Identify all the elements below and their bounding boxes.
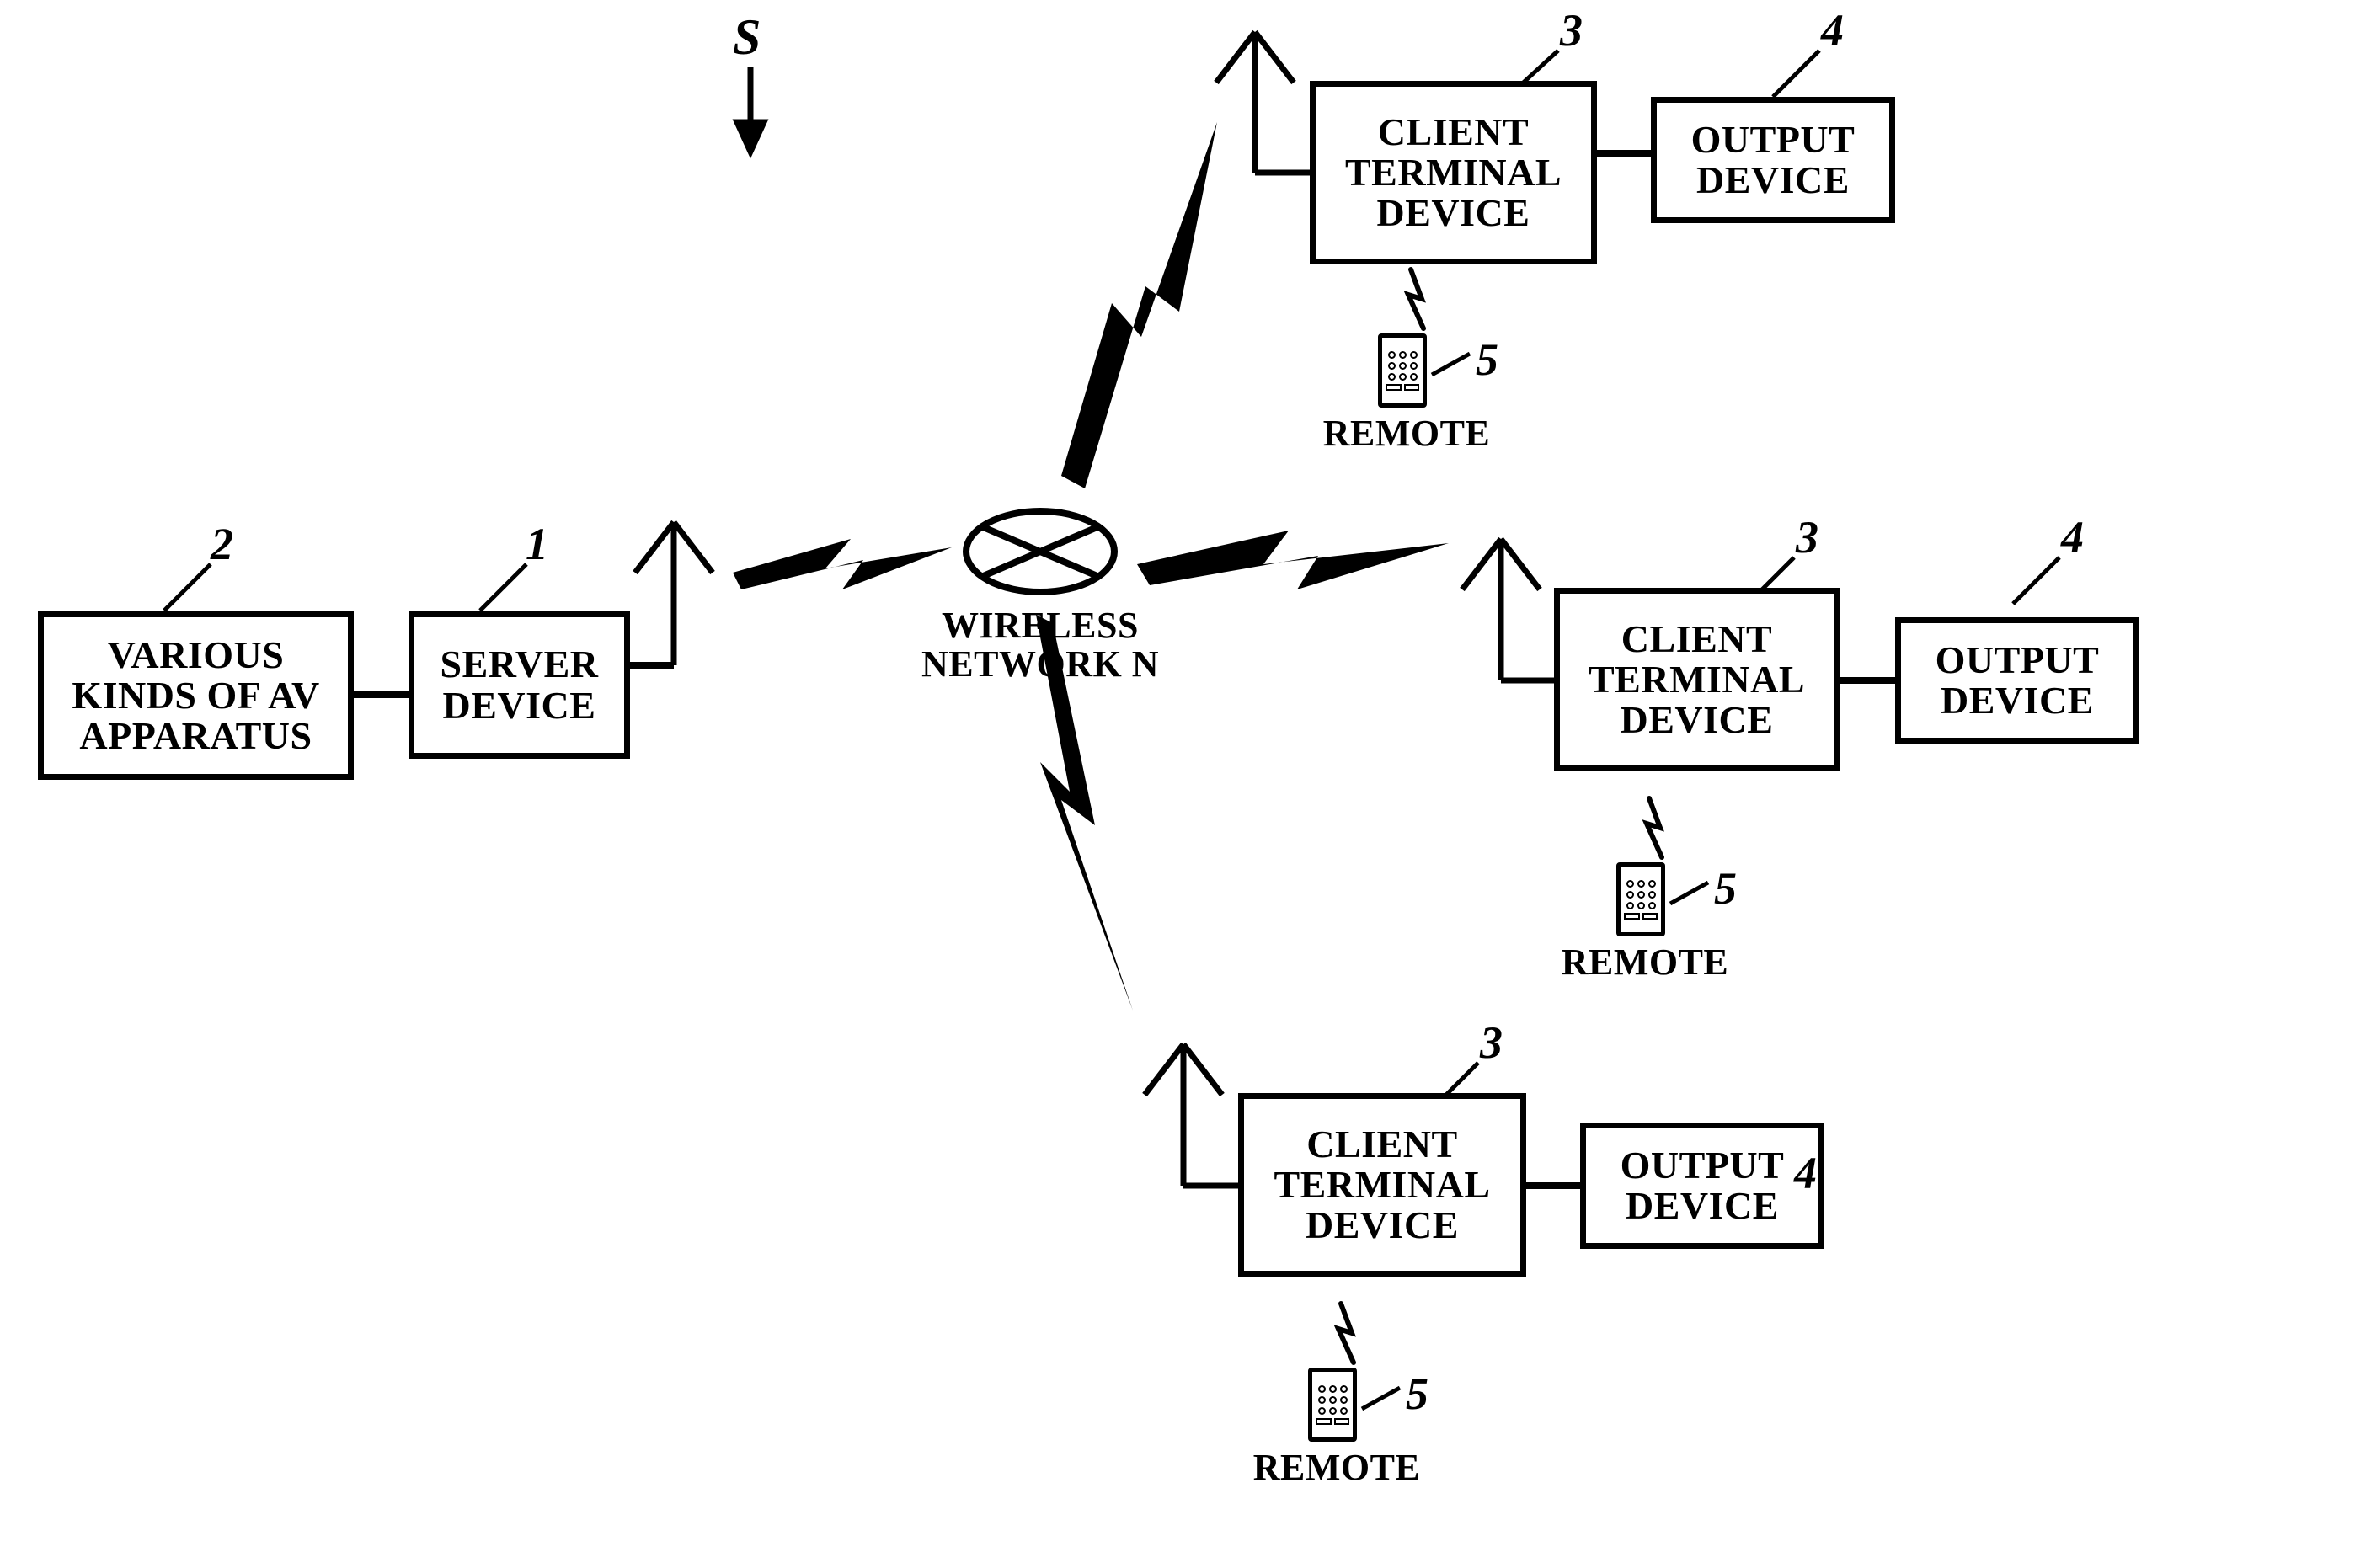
client-terminal-label-top: CLIENT TERMINAL DEVICE <box>1345 112 1562 234</box>
output-ref-mid: 4 <box>2061 511 2084 563</box>
output-ref-bot: 4 <box>1794 1147 1817 1199</box>
client-terminal-label-bot: CLIENT TERMINAL DEVICE <box>1274 1124 1490 1246</box>
client-ref-top: 3 <box>1560 4 1583 56</box>
remote-label-mid: REMOTE <box>1561 943 1729 982</box>
output-device-box-top: OUTPUT DEVICE <box>1651 97 1895 223</box>
output-device-box-bot: OUTPUT DEVICE <box>1580 1123 1824 1249</box>
output-device-label-mid: OUTPUT DEVICE <box>1936 640 2100 722</box>
remote-label-bot: REMOTE <box>1252 1448 1421 1487</box>
remote-ref-bot: 5 <box>1406 1368 1428 1420</box>
client-terminal-box-mid: CLIENT TERMINAL DEVICE <box>1554 588 1840 771</box>
av-apparatus-ref: 2 <box>211 518 233 570</box>
wireless-network-text: WIRELESS NETWORK N <box>921 605 1159 685</box>
av-apparatus-box: VARIOUS KINDS OF AV APPARATUS <box>38 611 354 780</box>
client-terminal-label-mid: CLIENT TERMINAL DEVICE <box>1589 619 1805 741</box>
output-device-label-top: OUTPUT DEVICE <box>1691 120 1856 201</box>
av-apparatus-label: VARIOUS KINDS OF AV APPARATUS <box>72 635 319 757</box>
remote-icon-bot <box>1308 1368 1357 1442</box>
connectors-svg <box>0 0 2355 1568</box>
output-device-box-mid: OUTPUT DEVICE <box>1895 617 2139 744</box>
server-device-ref: 1 <box>526 518 548 570</box>
diagram-stage: S WIRELESS NETWORK N VARIOUS KINDS OF AV… <box>0 0 2355 1568</box>
client-ref-bot: 3 <box>1480 1016 1503 1069</box>
wireless-network-label: WIRELESS NETWORK N <box>901 606 1179 684</box>
server-device-label: SERVER DEVICE <box>441 644 599 726</box>
client-terminal-box-bot: CLIENT TERMINAL DEVICE <box>1238 1093 1526 1277</box>
remote-icon-top <box>1378 333 1427 408</box>
output-ref-top: 4 <box>1821 4 1844 56</box>
output-device-label-bot: OUTPUT DEVICE <box>1621 1145 1785 1227</box>
system-ref-label: S <box>733 8 761 67</box>
remote-icon-mid <box>1616 862 1665 936</box>
remote-ref-mid: 5 <box>1714 862 1737 915</box>
remote-label-top: REMOTE <box>1322 414 1491 453</box>
client-terminal-box-top: CLIENT TERMINAL DEVICE <box>1310 81 1597 264</box>
server-device-box: SERVER DEVICE <box>409 611 630 759</box>
remote-ref-top: 5 <box>1476 333 1498 386</box>
client-ref-mid: 3 <box>1796 511 1818 563</box>
